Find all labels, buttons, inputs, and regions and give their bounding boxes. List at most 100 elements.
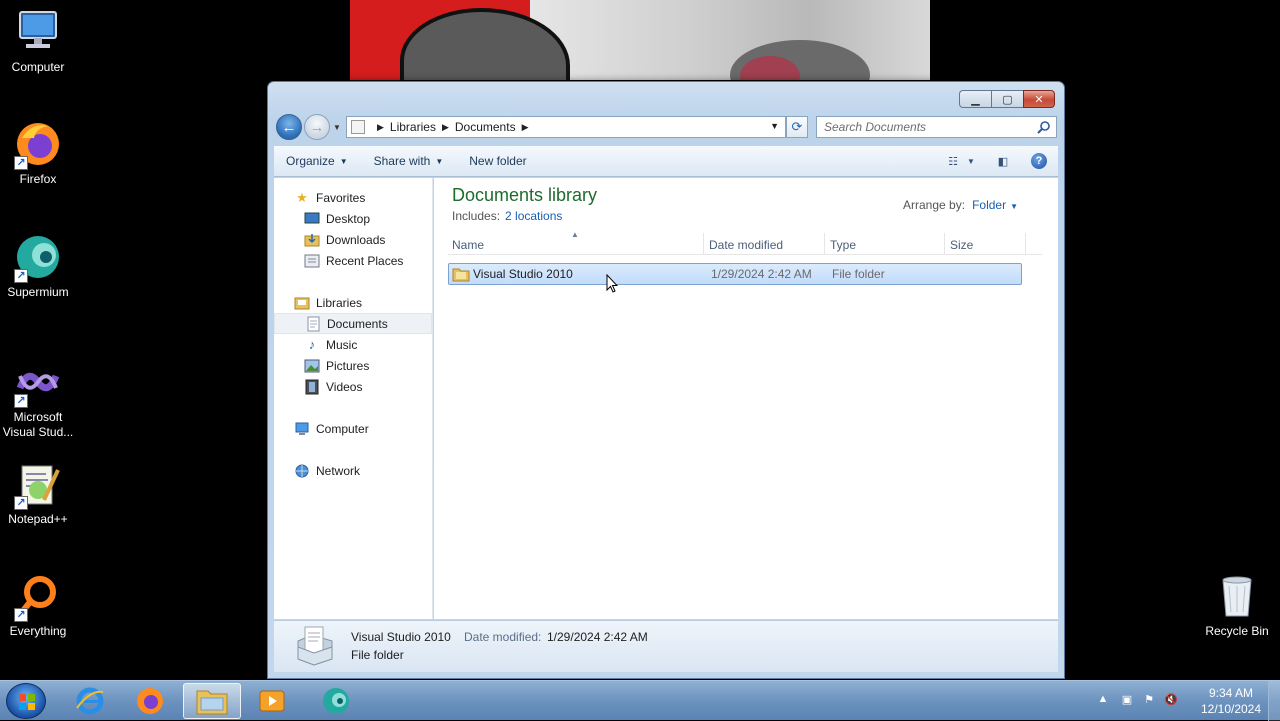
nav-item-favorites[interactable]: ★ Favorites bbox=[274, 187, 432, 208]
column-header-name[interactable]: Name bbox=[448, 233, 704, 255]
nav-item-label: Libraries bbox=[316, 295, 363, 310]
desktop-icon-firefox[interactable]: ↗ Firefox bbox=[0, 120, 76, 187]
organize-button[interactable]: Organize ▼ bbox=[277, 149, 357, 173]
search-box[interactable] bbox=[816, 116, 1057, 138]
desktop-icon-everything[interactable]: ↗ Everything bbox=[0, 572, 76, 639]
explorer-window[interactable]: ▁ ▢ ✕ ← → ▼ ▶ Libraries ▶ Documents ▶ ▼ … bbox=[267, 81, 1065, 679]
desktop-icon-visual-studio[interactable]: ↗ Microsoft Visual Stud... bbox=[0, 358, 76, 440]
nav-item-network[interactable]: Network bbox=[274, 460, 432, 481]
navigation-pane: ★ Favorites Desktop Downloads Recent Plac… bbox=[274, 178, 433, 619]
breadcrumb-documents[interactable]: Documents bbox=[455, 120, 516, 134]
minimize-button[interactable]: ▁ bbox=[959, 90, 991, 108]
file-date-modified: 1/29/2024 2:42 AM bbox=[711, 267, 812, 281]
column-header-type[interactable]: Type bbox=[826, 233, 945, 255]
address-bar[interactable]: ▶ Libraries ▶ Documents ▶ ▼ bbox=[346, 116, 786, 138]
column-header-size[interactable]: Size bbox=[946, 233, 1026, 255]
search-icon[interactable] bbox=[1037, 120, 1051, 134]
visual-studio-icon: ↗ bbox=[14, 358, 62, 408]
new-folder-button[interactable]: New folder bbox=[460, 149, 535, 173]
nav-item-recent-places[interactable]: Recent Places bbox=[274, 250, 432, 271]
arrange-by-value[interactable]: Folder bbox=[972, 198, 1006, 212]
close-button[interactable]: ✕ bbox=[1023, 90, 1055, 108]
folder-large-icon bbox=[297, 626, 333, 666]
details-pane: Visual Studio 2010 Date modified: 1/29/2… bbox=[274, 620, 1058, 672]
breadcrumb-chevron-icon[interactable]: ▶ bbox=[522, 122, 529, 133]
nav-item-label: Music bbox=[326, 337, 358, 352]
close-icon: ✕ bbox=[1034, 93, 1044, 106]
system-tray: ▲ ▣ ⚑ 🔇 9:34 AM 12/10/2024 bbox=[1090, 681, 1280, 721]
preview-pane-button[interactable]: ◧ bbox=[992, 150, 1014, 172]
nav-item-videos[interactable]: Videos bbox=[274, 376, 432, 397]
folder-icon bbox=[452, 266, 470, 285]
library-location-icon bbox=[351, 120, 365, 134]
breadcrumb-libraries[interactable]: Libraries bbox=[390, 120, 436, 134]
breadcrumb-chevron-icon[interactable]: ▶ bbox=[377, 122, 384, 133]
start-button[interactable] bbox=[6, 683, 46, 719]
maximize-icon: ▢ bbox=[1002, 93, 1013, 106]
library-title: Documents library bbox=[452, 185, 598, 205]
action-center-flag-icon[interactable]: ⚑ bbox=[1141, 693, 1157, 709]
caption-buttons: ▁ ▢ ✕ bbox=[959, 90, 1055, 108]
desktop-icon-notepad-plus-plus[interactable]: ↗ Notepad++ bbox=[0, 460, 76, 527]
clock-time[interactable]: 9:34 AM bbox=[1200, 686, 1262, 700]
nav-item-music[interactable]: ♪ Music bbox=[274, 334, 432, 355]
refresh-button[interactable]: ⟳ bbox=[786, 116, 808, 138]
star-icon: ★ bbox=[296, 189, 308, 205]
shortcut-arrow-icon: ↗ bbox=[14, 608, 28, 622]
volume-muted-icon[interactable]: 🔇 bbox=[1163, 693, 1179, 709]
desktop-icon-computer[interactable]: Computer bbox=[0, 8, 76, 75]
change-view-button[interactable]: ☷ bbox=[942, 150, 964, 172]
address-history-dropdown[interactable]: ▼ bbox=[770, 121, 779, 131]
nav-item-desktop[interactable]: Desktop bbox=[274, 208, 432, 229]
desktop-icon-recycle-bin[interactable]: Recycle Bin bbox=[1199, 572, 1275, 639]
desktop-icon-label: Microsoft Visual Stud... bbox=[2, 410, 74, 439]
column-headers: ▲ Name Date modified Type Size bbox=[448, 230, 1042, 255]
desktop-icon-label: Computer bbox=[11, 60, 65, 74]
organize-label: Organize bbox=[286, 154, 335, 168]
show-hidden-icons-button[interactable]: ▲ bbox=[1095, 693, 1111, 709]
new-folder-label: New folder bbox=[469, 154, 527, 168]
taskbar-supermium[interactable] bbox=[307, 683, 365, 719]
desktop-icon-supermium[interactable]: ↗ Supermium bbox=[0, 233, 76, 300]
view-controls: ☷ ▼ ◧ ? bbox=[936, 150, 1050, 172]
view-options-dropdown[interactable]: ▼ bbox=[964, 150, 978, 172]
maximize-button[interactable]: ▢ bbox=[991, 90, 1023, 108]
computer-icon bbox=[14, 8, 62, 56]
dropdown-arrow-icon[interactable]: ▼ bbox=[1010, 202, 1018, 211]
desktop-icon-label: Firefox bbox=[19, 172, 57, 186]
file-list-row[interactable]: Visual Studio 2010 1/29/2024 2:42 AM Fil… bbox=[448, 263, 1022, 285]
clock-date[interactable]: 12/10/2024 bbox=[1200, 702, 1262, 716]
search-input[interactable] bbox=[824, 120, 1029, 134]
refresh-icon: ⟳ bbox=[791, 119, 803, 134]
folder-icon bbox=[196, 690, 228, 715]
column-header-date-modified[interactable]: Date modified bbox=[705, 233, 825, 255]
nav-item-downloads[interactable]: Downloads bbox=[274, 229, 432, 250]
help-button[interactable]: ? bbox=[1028, 150, 1050, 172]
taskbar-firefox[interactable] bbox=[121, 683, 179, 719]
nav-item-label: Computer bbox=[316, 421, 369, 436]
file-name: Visual Studio 2010 bbox=[473, 267, 573, 281]
taskbar-windows-explorer[interactable] bbox=[183, 683, 241, 719]
dropdown-arrow-icon: ▼ bbox=[339, 156, 348, 166]
network-status-icon[interactable]: ▣ bbox=[1119, 693, 1135, 709]
show-desktop-button[interactable] bbox=[1268, 681, 1280, 721]
breadcrumb-chevron-icon[interactable]: ▶ bbox=[442, 122, 449, 133]
locations-link[interactable]: 2 locations bbox=[505, 209, 562, 223]
dropdown-arrow-icon: ▼ bbox=[967, 156, 975, 166]
nav-item-documents[interactable]: Documents bbox=[274, 313, 432, 334]
taskbar-media-player[interactable] bbox=[243, 683, 301, 719]
nav-item-label: Favorites bbox=[316, 190, 366, 205]
nav-item-pictures[interactable]: Pictures bbox=[274, 355, 432, 376]
nav-item-label: Network bbox=[316, 463, 361, 478]
minimize-icon: ▁ bbox=[971, 93, 980, 106]
forward-button[interactable]: → bbox=[304, 114, 330, 140]
share-with-button[interactable]: Share with ▼ bbox=[365, 149, 453, 173]
arrange-by: Arrange by: Folder ▼ bbox=[903, 198, 1018, 212]
firefox-icon: ↗ bbox=[14, 120, 62, 170]
nav-item-libraries[interactable]: Libraries bbox=[274, 292, 432, 313]
nav-item-computer[interactable]: Computer bbox=[274, 418, 432, 439]
recent-pages-dropdown[interactable]: ▼ bbox=[333, 123, 341, 132]
taskbar-internet-explorer[interactable] bbox=[61, 683, 119, 719]
back-button[interactable]: ← bbox=[276, 114, 302, 140]
media-player-icon bbox=[259, 690, 285, 712]
